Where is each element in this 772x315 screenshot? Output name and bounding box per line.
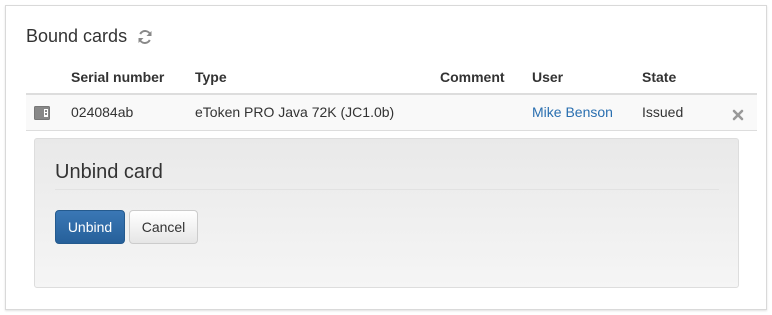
unbind-button[interactable]: Unbind xyxy=(55,210,125,244)
user-link[interactable]: Mike Benson xyxy=(532,104,613,120)
state-cell: Issued xyxy=(634,94,719,131)
column-header-serial: Serial number xyxy=(63,60,187,95)
column-header-user: User xyxy=(524,60,634,95)
serial-cell: 024084ab xyxy=(63,94,187,131)
panel-header: Bound cards xyxy=(26,26,153,47)
user-cell: Mike Benson xyxy=(524,94,634,131)
unbind-card-dialog: Unbind card Unbind Cancel xyxy=(34,138,739,288)
type-cell: eToken PRO Java 72K (JC1.0b) xyxy=(187,94,432,131)
column-header-type: Type xyxy=(187,60,432,95)
action-cell xyxy=(719,94,757,131)
header-icon-cell xyxy=(26,60,63,95)
comment-cell xyxy=(432,94,524,131)
table-header-row: Serial number Type Comment User State xyxy=(26,60,757,95)
header-action-cell xyxy=(719,60,757,95)
column-header-state: State xyxy=(634,60,719,95)
divider xyxy=(55,189,719,190)
cancel-button[interactable]: Cancel xyxy=(129,210,198,244)
panel-title: Bound cards xyxy=(26,26,128,46)
unbind-dialog-title: Unbind card xyxy=(55,161,163,183)
card-reader-icon xyxy=(34,106,50,121)
remove-icon[interactable] xyxy=(732,108,744,120)
column-header-comment: Comment xyxy=(432,60,524,95)
bound-cards-panel: Bound cards Serial number Type Comment U… xyxy=(5,5,767,310)
table-row[interactable]: 024084ab eToken PRO Java 72K (JC1.0b) Mi… xyxy=(26,94,757,131)
refresh-icon[interactable] xyxy=(137,29,153,45)
row-icon-cell xyxy=(26,94,63,131)
bound-cards-table: Serial number Type Comment User State 02… xyxy=(26,60,757,131)
